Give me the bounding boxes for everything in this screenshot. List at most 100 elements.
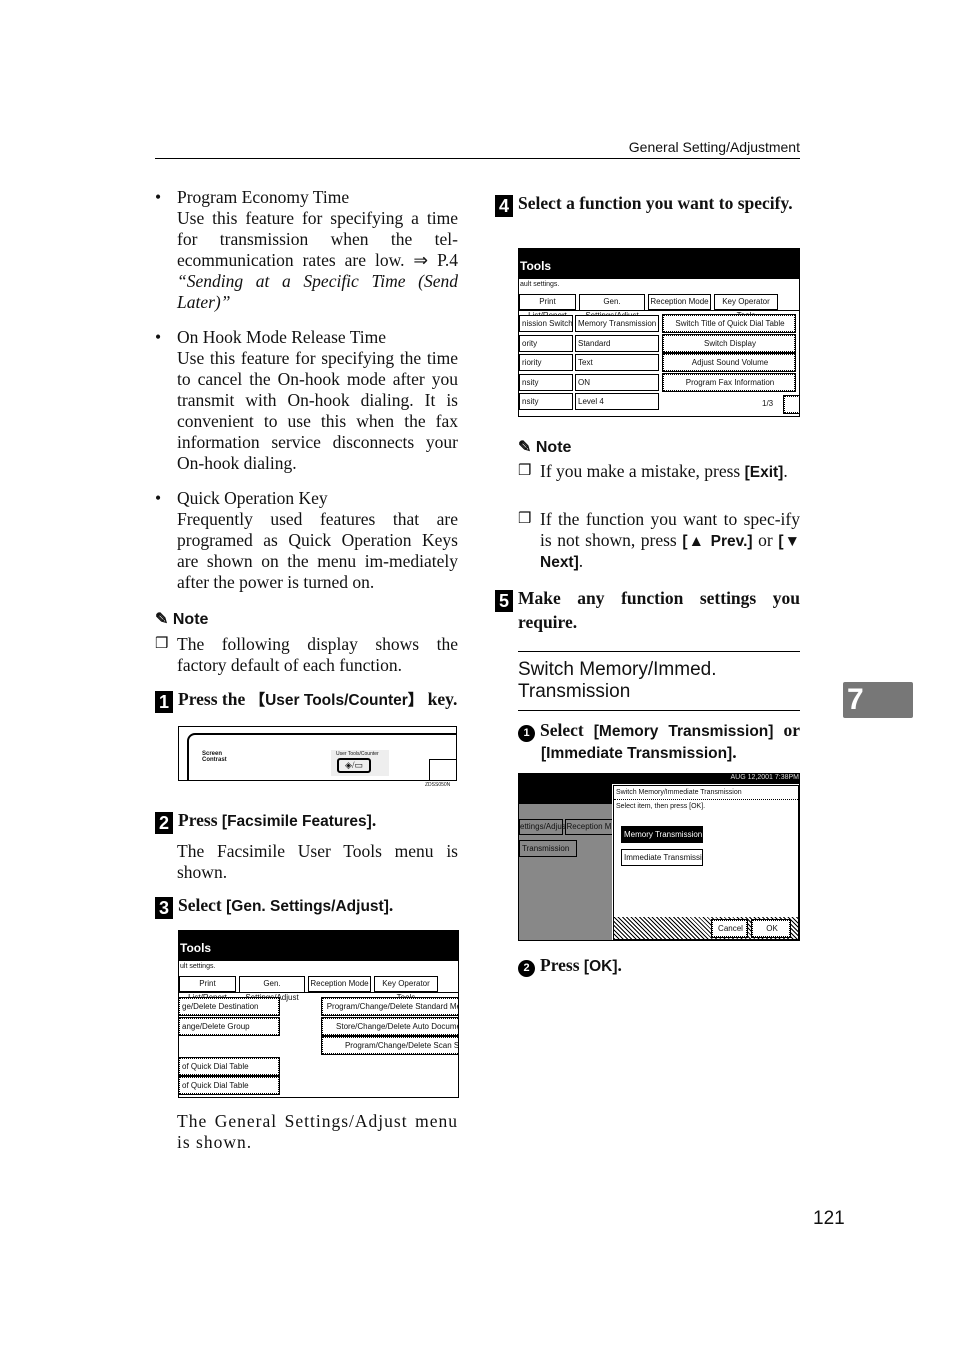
step-text: Make any function settings you require.: [518, 588, 800, 632]
quick-dial-table-button[interactable]: of Quick Dial Table: [179, 1076, 280, 1095]
setting-name[interactable]: riority: [519, 354, 573, 371]
setting-name[interactable]: ority: [519, 334, 573, 352]
bullet-body: Use this feature for specifying the time…: [177, 348, 458, 473]
tab-gen-settings[interactable]: Gen. Settings/Adjust: [579, 294, 645, 320]
step-text: Select: [540, 720, 594, 740]
substep-1: 1 Select [Memory Transmission] or [Immedi…: [518, 720, 800, 763]
tab-key-operator[interactable]: Key Operator Tools: [714, 294, 778, 320]
note-heading: ✎ Note: [518, 437, 571, 457]
cross-reference-link[interactable]: “Sending at a Specific Time (Send Later)…: [177, 271, 458, 312]
step-text: .: [732, 742, 737, 762]
note-item: ❒ If you make a mistake, press [Exit].: [518, 461, 800, 482]
function-button[interactable]: Switch Title of Quick Dial Table: [662, 314, 796, 333]
checkbox-icon: ❒: [518, 463, 532, 479]
screen-subtitle: ult settings.: [180, 963, 216, 970]
tab-reception-mode[interactable]: Reception Mode: [308, 976, 371, 992]
step-text: key.: [423, 689, 458, 709]
key-label: [Immediate Transmission]: [541, 745, 733, 762]
scan-size-button[interactable]: Program/Change/Delete Scan Si: [321, 1036, 458, 1055]
gen-settings-screen: Tools ult settings. Print List/Report Ge…: [178, 930, 459, 1098]
bullet-program-economy: • Program Economy Time Use this feature f…: [155, 187, 458, 312]
bullet-title: On Hook Mode Release Time: [177, 327, 387, 347]
note-text: The following display shows the factory …: [177, 634, 458, 675]
step-text: .: [371, 810, 377, 830]
function-button[interactable]: Switch Display: [662, 333, 796, 353]
user-tools-key[interactable]: ◈/▭: [337, 758, 371, 773]
bg-tab: Reception M: [565, 819, 613, 835]
note-heading: ✎ Note: [155, 609, 208, 629]
ok-key-label: [OK]: [583, 958, 618, 975]
step-3: 3 Select [Gen. Settings/Adjust].: [155, 895, 393, 919]
setting-name[interactable]: nission Switch: [519, 315, 573, 332]
immediate-transmission-option[interactable]: Immediate Transmission: [621, 849, 703, 866]
note-title: Note: [535, 439, 572, 456]
bullet-title: Quick Operation Key: [177, 488, 328, 508]
substep-number: 1: [518, 725, 535, 742]
switch-memory-dialog-screen: AUG 12,2001 7:38PM ettings/Adjust Recept…: [518, 773, 800, 941]
checkbox-icon: ❒: [155, 636, 169, 652]
tools-screen: Tools ault settings. Print List/Report G…: [518, 248, 800, 417]
screen-title: Tools: [519, 249, 799, 279]
dialog: Switch Memory/Immediate Transmission Sel…: [612, 784, 799, 940]
setting-name[interactable]: nsity: [519, 393, 573, 410]
step-number: 4: [495, 195, 513, 217]
key-label: 【User Tools/Counter】: [249, 692, 424, 709]
setting-value: Standard: [575, 334, 659, 352]
cancel-button[interactable]: Cancel: [711, 919, 748, 938]
step-text: Select: [178, 895, 227, 915]
destination-button[interactable]: ge/Delete Destination: [179, 997, 280, 1016]
step-1: 1 Press the 【User Tools/Counter】 key.: [155, 688, 457, 713]
step-description: The Facsimile User Tools menu is shown.: [177, 841, 458, 882]
bullet-quick-operation: • Quick Operation Key Frequently used fea…: [155, 488, 458, 592]
chapter-tab: 7: [843, 682, 913, 718]
step-number: 1: [155, 691, 173, 713]
step-number: 3: [155, 897, 173, 919]
step-text: or: [773, 720, 800, 740]
function-button[interactable]: Program Fax Information: [662, 372, 796, 392]
note-item: ❒ If the function you want to spec-ify is…: [518, 509, 800, 572]
step-number: 5: [495, 590, 513, 612]
bullet-body: Use this feature for specifying a time f…: [177, 208, 458, 270]
setting-value: ON: [575, 373, 659, 391]
pencil-icon: ✎: [518, 439, 532, 456]
pencil-icon: ✎: [155, 611, 169, 628]
note-item: ❒ The following display shows the factory…: [155, 634, 458, 676]
tab-print-list[interactable]: Print List/Report: [519, 294, 576, 320]
setting-value: Text: [575, 354, 659, 371]
tab-print-list[interactable]: Print List/Report: [179, 976, 236, 1002]
tab-gen-settings[interactable]: Gen. Settings/Adjust: [239, 976, 305, 1002]
ok-button[interactable]: OK: [751, 919, 791, 938]
subsection-heading: Switch Memory/Immed. Transmission: [518, 651, 800, 711]
bullet-on-hook: • On Hook Mode Release Time Use this feat…: [155, 327, 458, 473]
memory-transmission-option[interactable]: Memory Transmission: [621, 826, 703, 843]
step-2: 2 Press [Facsimile Features].: [155, 810, 376, 834]
step-description: The General Settings/Adjust menu is show…: [177, 1111, 458, 1152]
control-panel-illustration: Screen Contrast User Tools/Counter ◈/▭: [178, 726, 457, 781]
note-title: Note: [172, 611, 209, 628]
key-label: [Gen. Settings/Adjust]: [226, 898, 389, 915]
auto-document-button[interactable]: Store/Change/Delete Auto Docume: [321, 1017, 458, 1036]
prev-button[interactable]: [783, 395, 799, 414]
function-button[interactable]: Adjust Sound Volume: [662, 353, 796, 372]
standard-message-button[interactable]: Program/Change/Delete Standard Me: [321, 997, 458, 1016]
bg-tab: ettings/Adjust: [519, 819, 568, 835]
screen-title: Tools: [179, 931, 458, 961]
page-number: 121: [813, 1208, 845, 1229]
dialog-instruction: Select item, then press [OK].: [616, 803, 706, 810]
step-text: Press: [540, 955, 584, 975]
group-button[interactable]: ange/Delete Group: [179, 1017, 280, 1036]
step-4: 4 Select a function you want to specify.: [495, 193, 800, 217]
page-indicator: 1/3: [762, 399, 774, 408]
tab-reception-mode[interactable]: Reception Mode: [648, 294, 711, 310]
step-text: Press the: [178, 689, 250, 709]
quick-dial-table-button[interactable]: of Quick Dial Table: [179, 1057, 280, 1076]
note-text: or: [752, 530, 779, 550]
step-text: Select a function you want to specify.: [518, 193, 793, 213]
step-number: 2: [155, 812, 173, 834]
step-text: Press: [178, 810, 222, 830]
key-label: [Facsimile Features]: [221, 813, 372, 830]
tab-key-operator[interactable]: Key Operator Tools: [374, 976, 438, 1002]
figure-code: ZDSS050N: [425, 782, 451, 788]
setting-name[interactable]: nsity: [519, 373, 573, 391]
bullet-body: Frequently used features that are progra…: [177, 509, 458, 592]
